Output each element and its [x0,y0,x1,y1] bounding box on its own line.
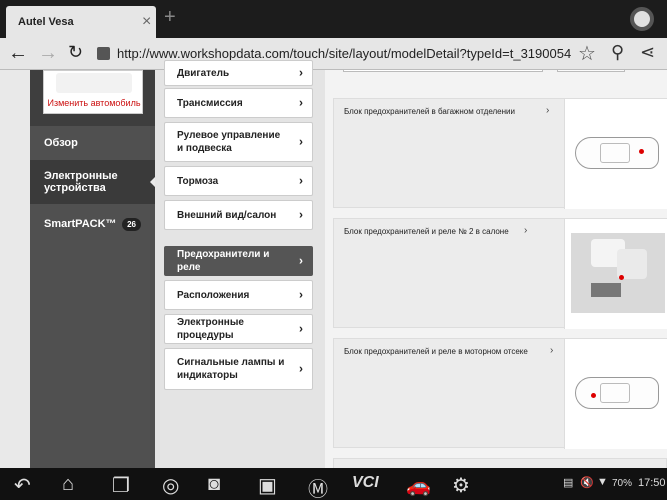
chevron-right-icon: › [299,134,303,149]
location-marker [619,275,624,280]
bookmark-star-icon[interactable]: ☆ [578,41,596,66]
chevron-right-icon: › [550,345,554,356]
menu-item-transmission[interactable]: Трансмиссия › [164,88,313,118]
component-card[interactable]: Блок предохранителей в багажном отделени… [333,98,667,209]
change-vehicle-link[interactable]: Изменить автомобиль [44,98,144,108]
car-top-view-image [575,137,659,169]
sidebar-item-overview[interactable]: Обзор [30,126,155,160]
camera-icon[interactable]: ◙ [208,473,220,496]
clock: 17:50 [638,477,666,489]
home-icon[interactable]: ⌂ [62,473,74,496]
system-nav-bar: ↶ ⌂ ❐ ◎ ◙ ▣ Ⓜ VCI 🚗 ⚙ ▤ 🔇 ▼ 70% 17:50 [0,468,667,500]
location-thumbnail [564,339,667,449]
reload-icon[interactable]: ↻ [68,42,83,63]
vehicle-panel: Изменить автомобиль [30,70,155,126]
menu-item-warning-lamps[interactable]: Сигнальные лампы и индикаторы › [164,348,313,390]
menu-item-label: Трансмиссия [177,97,243,109]
menu-item-electronic-procedures[interactable]: Электронные процедуры › [164,314,313,344]
location-thumbnail [564,219,667,329]
search-icon[interactable]: ⚲ [611,42,624,63]
sidebar: Изменить автомобиль Обзор Электронные ус… [30,70,155,468]
back-icon[interactable]: ↶ [14,473,31,498]
car-top-view-image [575,377,659,409]
component-card[interactable]: Блок предохранителей и реле в моторном о… [333,338,667,449]
site-info-icon[interactable] [97,47,110,60]
chevron-right-icon: › [299,65,303,80]
menu-item-locations[interactable]: Расположения › [164,280,313,310]
menu-item-label: Предохранители и реле [177,249,270,273]
component-card[interactable] [333,458,667,468]
chevron-right-icon: › [299,173,303,188]
sidebar-item-electronics[interactable]: Электронные устройства [30,160,155,204]
menu-item-exterior[interactable]: Внешний вид/салон › [164,200,313,230]
menu-item-brakes[interactable]: Тормоза › [164,166,313,196]
chevron-right-icon: › [299,95,303,110]
category-menu: Двигатель › Трансмиссия › Рулевое управл… [155,60,325,468]
browser-tab-bar: Autel Vesa × + [0,0,667,38]
location-thumbnail [564,99,667,209]
chevron-right-icon: › [299,207,303,222]
card-title: Блок предохранителей в багажном отделени… [344,107,515,116]
chevron-right-icon: › [546,105,550,116]
menu-item-label: Сигнальные лампы и индикаторы [177,357,285,381]
vci-status-icon[interactable]: VCI [352,474,379,492]
interior-view-image [571,233,665,313]
back-icon[interactable]: ← [8,42,28,65]
chevron-right-icon: › [299,253,303,268]
vehicle-image [56,73,132,93]
chrome-icon[interactable]: ◎ [162,473,179,498]
mute-icon: 🔇 [580,477,594,489]
address-bar: ← → ↻ http://www.workshopdata.com/touch/… [0,38,667,70]
card-title: Блок предохранителей и реле № 2 в салоне [344,227,509,236]
chevron-right-icon: › [524,225,528,236]
location-marker [591,393,596,398]
menu-item-label: Внешний вид/салон [177,209,277,221]
menu-item-label: Расположения [177,289,250,301]
chevron-right-icon: › [299,321,303,336]
notification-icon: ▤ [563,477,574,489]
menu-item-fuses-relays[interactable]: Предохранители и реле › [164,246,313,276]
card-title: Блок предохранителей и реле в моторном о… [344,347,528,356]
location-marker [639,149,644,154]
count-badge: 26 [122,217,141,231]
sidebar-item-smartpack[interactable]: SmartPACK™ 26 [30,204,155,244]
recent-apps-icon[interactable]: ❐ [112,473,130,498]
chevron-right-icon: › [299,287,303,302]
browser-tab[interactable]: Autel Vesa × [6,6,156,38]
browser-menu-icon[interactable] [630,7,654,31]
search-button[interactable] [557,70,625,72]
vehicle-card[interactable]: Изменить автомобиль [43,70,143,114]
wifi-icon: ▼ [597,476,608,488]
tab-close-icon[interactable]: × [142,13,151,31]
screenshot-icon[interactable]: ▣ [258,473,277,498]
car-status-icon[interactable]: 🚗 [406,473,431,498]
sidebar-item-label: Электронные устройства [44,170,118,194]
menu-item-label: Двигатель [177,67,230,79]
share-icon[interactable]: ⋖ [640,42,655,63]
forward-icon[interactable]: → [38,42,58,65]
maxifix-icon[interactable]: Ⓜ [308,473,328,500]
menu-item-engine[interactable]: Двигатель › [164,60,313,86]
battery-level: 70% [612,478,633,489]
content-area: Блок предохранителей в багажном отделени… [325,70,667,468]
sidebar-item-label: SmartPACK™ [44,218,117,230]
menu-item-label: Электронные процедуры [177,317,244,341]
search-input[interactable] [343,70,543,72]
menu-item-label: Тормоза [177,175,219,187]
menu-item-label: Рулевое управление и подвеска [177,130,281,154]
menu-item-steering[interactable]: Рулевое управление и подвеска › [164,122,313,162]
user-settings-icon[interactable]: ⚙ [452,473,470,498]
sidebar-item-label: Обзор [44,137,78,149]
url-field[interactable]: http://www.workshopdata.com/touch/site/l… [117,46,571,61]
chevron-right-icon: › [299,361,303,376]
tab-title: Autel Vesa [18,16,74,28]
new-tab-icon[interactable]: + [164,6,176,29]
component-card[interactable]: Блок предохранителей и реле № 2 в салоне… [333,218,667,329]
